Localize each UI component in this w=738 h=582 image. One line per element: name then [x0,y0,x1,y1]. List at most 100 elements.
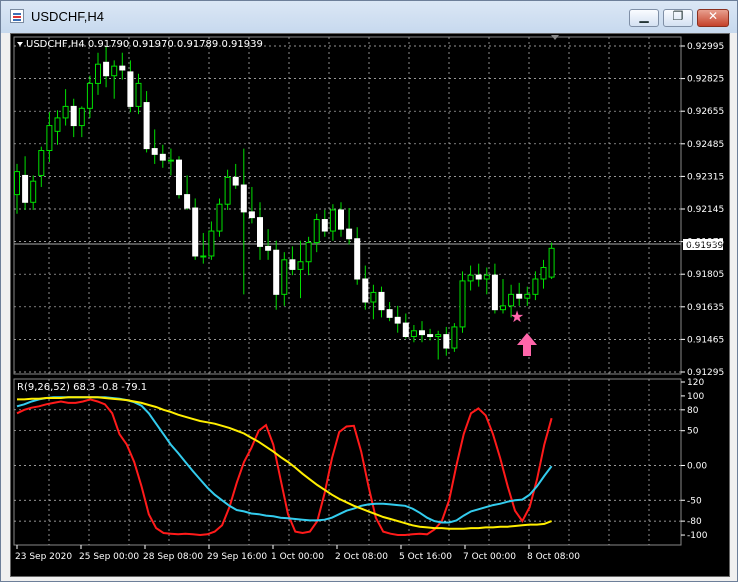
candle [273,240,280,310]
symbol-menu-triangle-icon[interactable] [17,42,23,46]
candle [451,323,458,352]
indicator-axis: 120 100 80 50 0.00 -50 -80 -100 [681,378,708,541]
close-button[interactable]: ✕ [697,9,729,27]
candle [176,156,182,199]
candle [159,144,166,168]
candle-body-bull [313,219,320,244]
price-axis: 0.92995 0.92825 0.92655 0.92485 0.92315 0.921… [681,42,724,378]
candle [257,202,263,260]
candle-body-bull [224,176,231,205]
candle [70,98,77,138]
price-tick-label: 0.91805 [687,270,724,280]
up-arrow-icon[interactable] [517,333,537,356]
candle-body-bear [103,61,110,77]
candle-body-bear [70,105,77,127]
candle [370,284,377,320]
candle [491,263,498,314]
price-tick-label: 0.92655 [687,107,724,117]
indicator-tick-label: -80 [687,517,702,527]
candle [46,112,53,163]
chart-area[interactable]: ★ USDCHF,H4 0.91790 0.91970 0.91789 0.91… [10,33,730,577]
candle-body-bull [370,291,377,303]
price-tick-label: 0.92145 [687,205,724,215]
candle [248,186,255,224]
candle [184,175,191,210]
price-tick-label: 0.91635 [687,303,724,313]
candle [135,73,142,115]
candle-body-bull [200,255,207,258]
candle-body-bear [491,274,498,311]
time-axis: 23 Sep 2020 25 Sep 00:00 28 Sep 08:00 29 Se… [15,545,580,562]
candle-body-bull [135,82,142,107]
chart-window: USDCHF,H4 ▁ ❐ ✕ ★ USDCHF,H4 0.91790 0.91… [0,0,738,582]
candle-body-bear [119,65,126,71]
price-tick-label: 0.92485 [687,140,724,150]
candle-body-bull [532,278,539,295]
candle-body-bear [257,217,263,247]
candle-body-bull [216,203,223,232]
time-axis-label: 29 Sep 16:00 [207,552,267,562]
candle-body-bear [273,249,280,295]
candle-body-bear [176,159,182,196]
candle [305,236,312,276]
candle-body-bear [386,309,393,318]
candle [232,163,239,189]
candle [30,175,37,210]
window-title: USDCHF,H4 [31,9,104,24]
indicator-grid [14,379,681,545]
candle [548,242,555,279]
candle [321,209,328,237]
candle-body-bear [184,194,191,209]
candle [38,146,45,187]
candle-body-bull [508,293,515,307]
candle [208,221,215,260]
candle [216,198,223,237]
candle-body-bull [483,274,490,280]
candle-body-bull [62,105,69,119]
candle-body-bear [248,211,255,219]
candle-body-bull [305,242,312,263]
restore-icon: ❐ [672,9,684,23]
candle-body-bear [151,148,158,155]
indicator-panel-frame [13,378,682,546]
indicator-tick-label: 100 [687,392,704,402]
indicator-panel-header: R(9,26,52) 68.3 -0.8 -79.1 [17,382,147,393]
candle-body-bear [22,174,29,203]
time-axis-label: 23 Sep 2020 [15,552,72,562]
candle-body-bull [410,330,417,338]
candle-body-bull [297,261,304,270]
time-axis-label: 8 Oct 08:00 [527,552,580,562]
candle-body-bear [427,334,434,338]
star-marker-icon[interactable]: ★ [510,307,524,326]
candle-body-bull [500,305,506,311]
time-axis-label: 7 Oct 00:00 [463,552,516,562]
candle [338,202,344,237]
candle [500,278,506,314]
candle [78,106,85,138]
minimize-button[interactable]: ▁ [629,9,659,27]
time-axis-label: 28 Sep 08:00 [143,552,203,562]
price-chart[interactable]: ★ USDCHF,H4 0.91790 0.91970 0.91789 0.91… [11,34,729,576]
candle-body-bull [467,274,474,282]
candle [313,213,320,253]
close-icon: ✕ [707,9,719,23]
price-panel-header: USDCHF,H4 0.91790 0.91970 0.91789 0.9193… [26,39,263,50]
candle-body-bull [451,326,458,349]
time-axis-label: 25 Sep 00:00 [79,552,139,562]
window-titlebar[interactable]: USDCHF,H4 ▁ ❐ ✕ [1,1,737,33]
candle-body-bull [78,107,85,127]
indicator-lines [16,396,553,537]
candle [127,60,134,113]
restore-button[interactable]: ❐ [663,9,693,27]
candle [200,232,207,264]
candle [95,52,101,95]
candle-body-bear [338,209,344,230]
price-tick-label: 0.92995 [687,42,724,52]
price-tick-label: 0.91465 [687,335,724,345]
candle-body-bull [46,125,53,152]
candle-body-bull [38,150,45,176]
candle [119,52,126,80]
candlestick-series [14,46,555,360]
candle [402,313,409,339]
candle [483,267,490,295]
